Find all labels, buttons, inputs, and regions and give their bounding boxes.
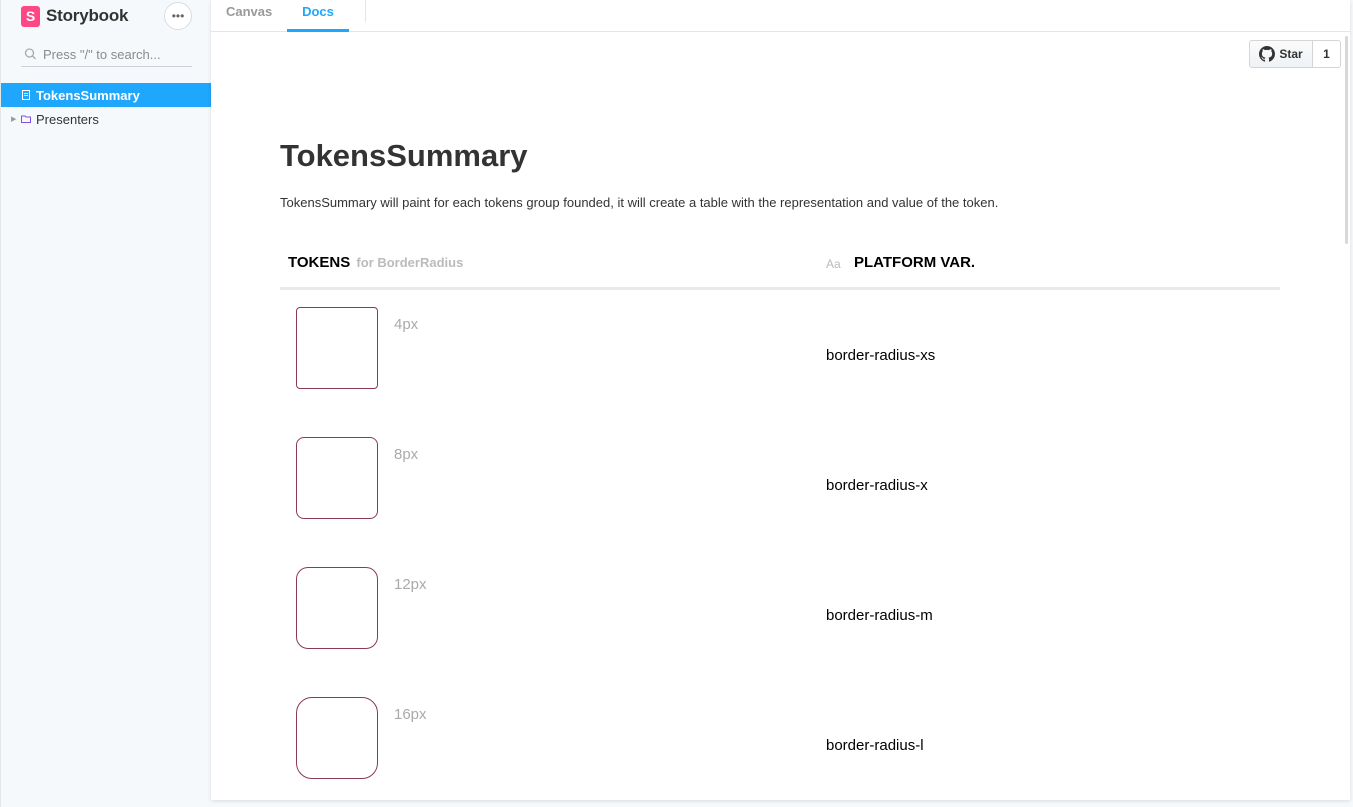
token-value: 8px (394, 446, 419, 463)
token-value: 12px (394, 576, 427, 593)
header-for-group: for BorderRadius (356, 255, 464, 270)
platform-var: border-radius-m (826, 607, 933, 624)
radius-swatch (296, 567, 378, 649)
storybook-logo-icon: S (21, 5, 40, 27)
sidebar-item-label: TokensSummary (36, 87, 140, 103)
radius-swatch (296, 437, 378, 519)
github-star-count[interactable]: 1 (1313, 40, 1341, 68)
github-star-widget: Star 1 (1249, 40, 1341, 68)
brand-name: Storybook (46, 6, 129, 25)
header-platform-var: PLATFORM VAR. (854, 254, 976, 271)
sidebar: S Storybook ••• TokensSummary ▶ Presente… (0, 0, 212, 807)
header-tokens-label: TOKENS (288, 254, 351, 271)
document-icon (22, 90, 30, 100)
header-aa: Aa (826, 257, 841, 271)
storybook-brand[interactable]: S Storybook (21, 5, 128, 27)
platform-var: border-radius-xs (826, 347, 936, 364)
search-box (21, 42, 192, 67)
menu-button[interactable]: ••• (164, 2, 192, 30)
search-icon (24, 48, 36, 60)
sidebar-item-presenters[interactable]: ▶ Presenters (1, 107, 212, 131)
main-panel: Canvas Docs Star 1 TokensSummary TokensS… (211, 0, 1350, 800)
sidebar-item-label: Presenters (36, 111, 99, 127)
table-row: 8px border-radius-x (280, 437, 1280, 567)
github-icon (1259, 46, 1276, 62)
tab-bar: Canvas Docs (211, 0, 1350, 32)
chevron-right-icon: ▶ (11, 116, 17, 123)
search-input[interactable] (43, 46, 188, 62)
sidebar-nav: TokensSummary ▶ Presenters (1, 83, 212, 131)
header-tokens: TOKENS for BorderRadius (288, 254, 463, 271)
sidebar-item-tokenssummary[interactable]: TokensSummary (1, 83, 212, 107)
tab-canvas[interactable]: Canvas (226, 0, 272, 32)
docs-content: TokensSummary TokensSummary will paint f… (280, 136, 1280, 779)
token-value: 16px (394, 706, 427, 723)
page-description: TokensSummary will paint for each tokens… (280, 195, 999, 210)
scrollbar[interactable] (1345, 36, 1348, 244)
platform-var: border-radius-x (826, 477, 928, 494)
table-header: TOKENS for BorderRadius Aa PLATFORM VAR. (280, 250, 1280, 290)
radius-swatch (296, 307, 378, 389)
token-value: 4px (394, 316, 419, 333)
table-row: 12px border-radius-m (280, 567, 1280, 697)
radius-swatch (296, 697, 378, 779)
tab-separator (365, 0, 366, 22)
table-row: 4px border-radius-xs (280, 307, 1280, 437)
platform-var: border-radius-l (826, 737, 924, 754)
page-title: TokensSummary (280, 138, 528, 173)
folder-icon (21, 115, 31, 123)
github-star-button[interactable]: Star (1249, 40, 1313, 68)
more-dots-icon: ••• (171, 9, 185, 23)
star-label: Star (1279, 47, 1303, 61)
tab-docs[interactable]: Docs (287, 0, 349, 32)
table-row: 16px border-radius-l (280, 697, 1280, 807)
